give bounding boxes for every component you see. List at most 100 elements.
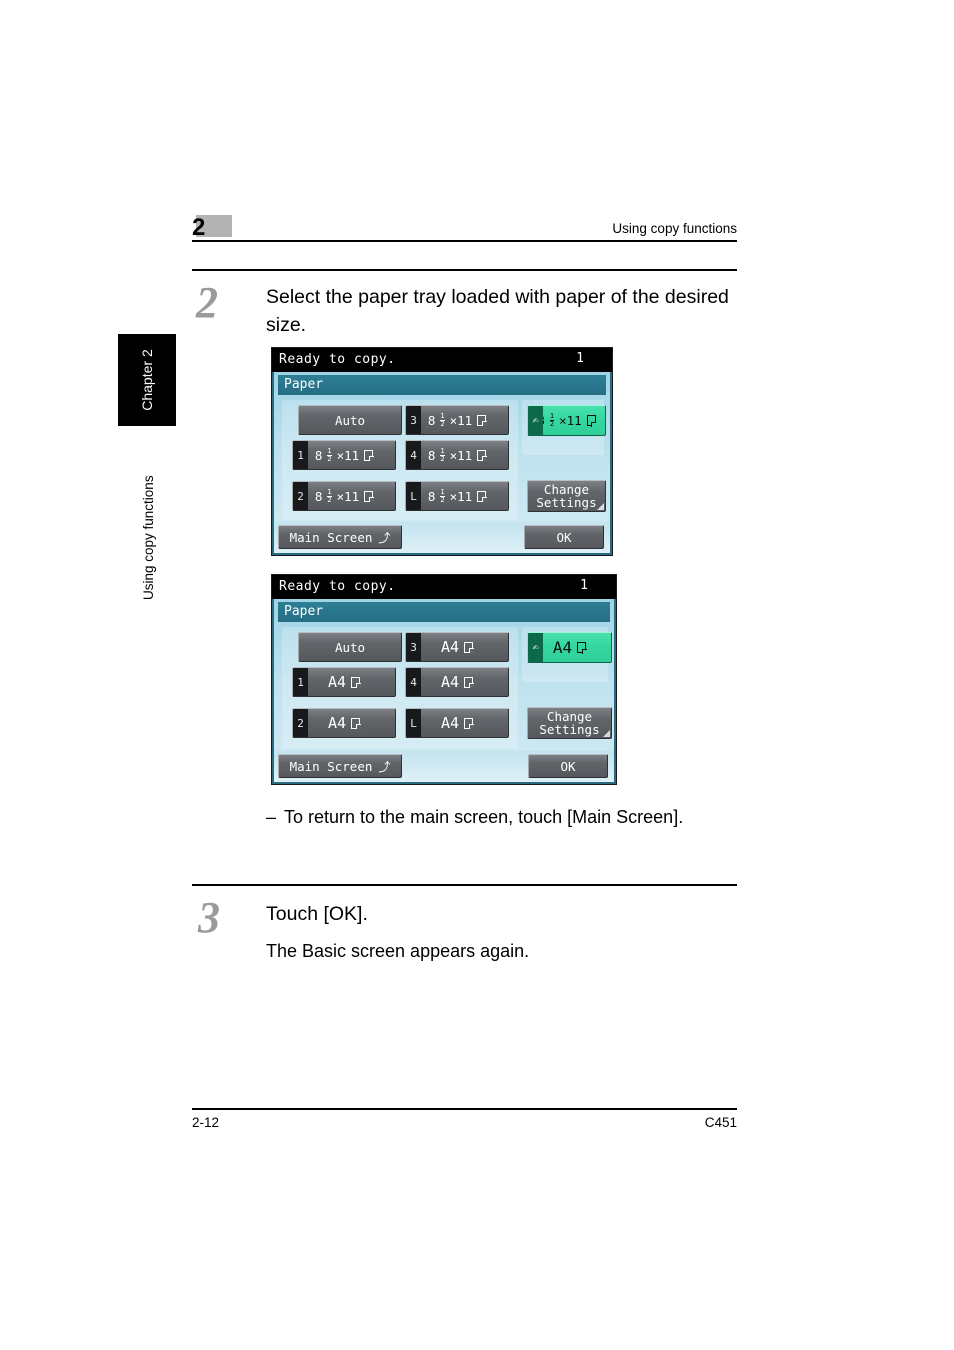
- lcd-body: Paper Auto 1 A4 2 A4 3 A4 4 A4 L A4 ✍ A4…: [272, 599, 616, 784]
- step-3-body-text: The Basic screen appears again.: [266, 941, 530, 961]
- tray-l-size: 8 1 2 ×11: [428, 488, 487, 504]
- running-header-title: Using copy functions: [612, 221, 737, 236]
- tray-4-button[interactable]: 4 8 1 2 ×11: [405, 440, 509, 470]
- tray-1-button[interactable]: 1 8 1 2 ×11: [292, 440, 396, 470]
- change-settings-line2: Settings: [536, 495, 597, 510]
- lcd-status-text: Ready to copy.: [279, 579, 396, 594]
- page-orientation-icon: [477, 414, 487, 426]
- paper-auto-label: Auto: [334, 639, 366, 655]
- page-orientation-icon: [464, 676, 474, 688]
- lcd-bottom-bar: Main Screen ⤴ OK: [274, 751, 614, 782]
- section-title-paper: Paper: [278, 375, 606, 395]
- tray-4-size: A4: [441, 673, 474, 691]
- corner-fold-icon: [603, 730, 610, 737]
- step-3-number: 3: [198, 893, 220, 942]
- change-settings-button[interactable]: Change Settings: [527, 480, 606, 512]
- chapter-number: 2: [192, 214, 205, 241]
- step-3-divider: [192, 884, 737, 886]
- tray-2-size: A4: [328, 714, 361, 732]
- paper-auto-button[interactable]: Auto: [298, 405, 402, 435]
- footer-divider: [192, 1108, 737, 1110]
- bypass-tray-size: 812×11: [537, 413, 597, 428]
- tray-3-size: A4: [441, 638, 474, 656]
- tray-3-chip: 3: [406, 633, 421, 661]
- tray-2-size: 8 1 2 ×11: [315, 488, 374, 504]
- sub-note-dash: –: [266, 807, 277, 827]
- tray-4-chip: 4: [406, 668, 421, 696]
- chapter-tab-label: Chapter 2: [139, 349, 155, 411]
- footer-page-number: 2-12: [192, 1115, 220, 1130]
- lcd-status-text: Ready to copy.: [279, 352, 396, 367]
- lcd-copy-count: 1: [580, 578, 588, 593]
- tray-3-button[interactable]: 3 8 1 2 ×11: [405, 405, 509, 435]
- tray-l-size: A4: [441, 714, 474, 732]
- tray-l-button[interactable]: L 8 1 2 ×11: [405, 481, 509, 511]
- main-screen-button[interactable]: Main Screen ⤴: [278, 525, 402, 549]
- header-divider: [192, 240, 737, 242]
- sub-note-text: To return to the main screen, touch [Mai…: [284, 807, 684, 827]
- ok-button[interactable]: OK: [528, 754, 608, 778]
- change-settings-line2: Settings: [539, 722, 600, 737]
- tray-3-button[interactable]: 3 A4: [405, 632, 509, 662]
- page-orientation-icon: [351, 676, 361, 688]
- lcd-screen-metric: Ready to copy. 1 Paper Auto 1 A4 2 A4 3 …: [271, 574, 617, 785]
- ok-button[interactable]: OK: [524, 525, 604, 549]
- hand-icon: ✍: [528, 633, 543, 662]
- main-screen-label: Main Screen: [289, 529, 373, 545]
- tray-l-chip: L: [406, 482, 421, 510]
- main-screen-label: Main Screen: [289, 758, 373, 774]
- tray-l-button[interactable]: L A4: [405, 708, 509, 738]
- page-orientation-icon: [477, 449, 487, 461]
- paper-auto-label: Auto: [334, 412, 366, 428]
- ok-label: OK: [556, 529, 572, 545]
- section-title-paper: Paper: [278, 602, 610, 622]
- main-screen-button[interactable]: Main Screen ⤴: [278, 754, 402, 778]
- return-arrow-icon: ⤴: [378, 759, 391, 774]
- step-2-text: Select the paper tray loaded with paper …: [266, 286, 729, 336]
- tray-4-button[interactable]: 4 A4: [405, 667, 509, 697]
- chapter-tab: Chapter 2: [118, 334, 176, 426]
- return-arrow-icon: ⤴: [378, 530, 391, 545]
- step-2-divider: [192, 269, 737, 271]
- step-3-text: Touch [OK].: [266, 903, 368, 925]
- tray-1-button[interactable]: 1 A4: [292, 667, 396, 697]
- tray-3-chip: 3: [406, 406, 421, 434]
- lcd-copy-count: 1: [576, 351, 584, 366]
- tray-3-size: 8 1 2 ×11: [428, 412, 487, 428]
- page-orientation-icon: [464, 717, 474, 729]
- lcd-bottom-bar: Main Screen ⤴ OK: [274, 522, 610, 553]
- bypass-tray-button[interactable]: ✍ 812×11: [527, 405, 606, 436]
- page-orientation-icon: [351, 717, 361, 729]
- tray-1-chip: 1: [293, 668, 308, 696]
- side-running-head: Using copy functions: [140, 475, 156, 600]
- tray-1-chip: 1: [293, 441, 308, 469]
- tray-1-size: A4: [328, 673, 361, 691]
- paper-auto-button[interactable]: Auto: [298, 632, 402, 662]
- page-orientation-icon: [586, 415, 597, 427]
- sub-note: – To return to the main screen, touch [M…: [266, 804, 696, 831]
- tray-4-size: 8 1 2 ×11: [428, 447, 487, 463]
- tray-2-chip: 2: [293, 482, 308, 510]
- bypass-tray-button[interactable]: ✍ A4: [527, 632, 612, 663]
- lcd-titlebar: Ready to copy. 1: [272, 575, 616, 599]
- corner-fold-icon: [597, 503, 604, 510]
- page-orientation-icon: [577, 642, 587, 654]
- change-settings-button[interactable]: Change Settings: [527, 707, 612, 739]
- lcd-body: Paper Auto 1 8 1 2 ×11 2 8 1 2 ×11 3 8 1…: [272, 372, 612, 555]
- tray-4-chip: 4: [406, 441, 421, 469]
- footer-model: C451: [704, 1115, 737, 1130]
- step-2-number: 2: [196, 278, 218, 327]
- lcd-screen-inch: Ready to copy. 1 Paper Auto 1 8 1 2 ×11 2 8…: [271, 347, 613, 556]
- tray-1-size: 8 1 2 ×11: [315, 447, 374, 463]
- page-orientation-icon: [364, 449, 374, 461]
- lcd-titlebar: Ready to copy. 1: [272, 348, 612, 372]
- tray-2-chip: 2: [293, 709, 308, 737]
- tray-l-chip: L: [406, 709, 421, 737]
- tray-2-button[interactable]: 2 8 1 2 ×11: [292, 481, 396, 511]
- page-orientation-icon: [364, 490, 374, 502]
- tray-2-button[interactable]: 2 A4: [292, 708, 396, 738]
- bypass-tray-size: A4: [553, 638, 587, 657]
- page-orientation-icon: [477, 490, 487, 502]
- ok-label: OK: [560, 758, 576, 774]
- hand-icon: ✍: [528, 406, 543, 435]
